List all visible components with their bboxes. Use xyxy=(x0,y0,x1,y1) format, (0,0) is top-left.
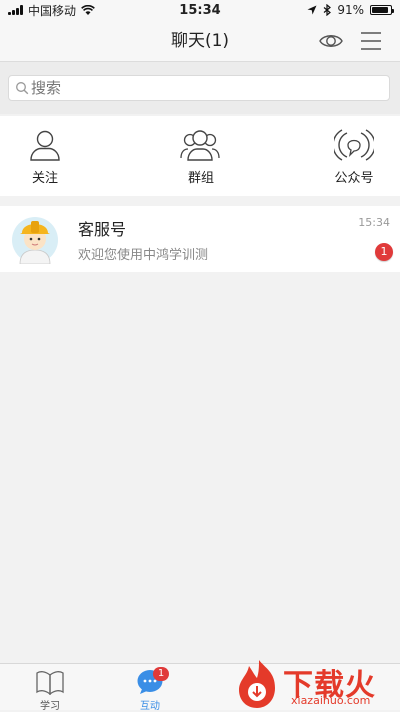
broadcast-icon xyxy=(334,129,374,161)
quick-action-follow[interactable]: 关注 xyxy=(0,116,90,196)
tab-study[interactable]: 学习 xyxy=(20,664,80,712)
eye-icon[interactable] xyxy=(318,28,344,54)
person-icon xyxy=(30,130,60,161)
flame-logo-icon xyxy=(239,660,275,708)
book-icon xyxy=(36,671,64,695)
search-icon xyxy=(16,82,29,95)
search-input[interactable] xyxy=(29,78,389,98)
unread-badge: 1 xyxy=(375,243,393,261)
chat-list-item[interactable]: 客服号 欢迎您使用中鸿学训测 15:34 1 xyxy=(0,206,400,272)
search-box[interactable] xyxy=(8,75,390,101)
wifi-icon xyxy=(81,4,95,15)
tab-badge: 1 xyxy=(153,667,169,681)
watermark-logo: 下载火 xiazaihuo.com xyxy=(235,658,400,710)
menu-icon[interactable] xyxy=(360,29,382,53)
signal-icon xyxy=(8,5,23,15)
quick-action-label: 群组 xyxy=(187,171,214,186)
carrier-label: 中国移动 xyxy=(28,3,77,18)
status-left: 中国移动 xyxy=(8,2,95,19)
chat-name: 客服号 xyxy=(78,220,127,239)
status-bar: 中国移动 15:34 91% xyxy=(0,0,400,20)
location-arrow-icon xyxy=(307,5,317,15)
quick-action-official-accounts[interactable]: 公众号 xyxy=(309,116,399,196)
tab-interact[interactable]: 1 互动 xyxy=(120,664,180,712)
quick-action-groups[interactable]: 群组 xyxy=(156,116,246,196)
avatar xyxy=(12,217,58,264)
chat-time: 15:34 xyxy=(358,216,390,229)
chat-preview: 欢迎您使用中鸿学训测 xyxy=(78,248,209,263)
quick-actions: 关注 群组 公众号 xyxy=(0,116,400,196)
battery-fill xyxy=(372,7,388,13)
bluetooth-icon xyxy=(323,4,332,16)
battery-percent: 91% xyxy=(337,3,364,17)
quick-action-label: 公众号 xyxy=(334,171,374,186)
group-icon xyxy=(180,130,220,161)
nav-bar: 聊天(1) xyxy=(0,20,400,62)
watermark-url: xiazaihuo.com xyxy=(291,694,371,707)
status-right: 91% xyxy=(307,3,394,17)
battery-icon xyxy=(370,5,394,15)
search-bar xyxy=(0,62,400,114)
quick-action-label: 关注 xyxy=(31,171,58,186)
